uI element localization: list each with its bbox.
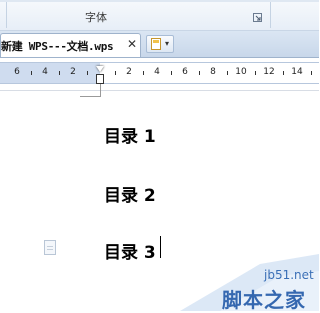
indent-marker[interactable] xyxy=(96,66,105,86)
ruler-area: 6 4 2 2 4 6 8 10 12 14 xyxy=(0,58,319,91)
horizontal-ruler[interactable]: 6 4 2 2 4 6 8 10 12 14 xyxy=(0,62,319,84)
ruler-tick xyxy=(87,71,88,75)
ribbon-divider xyxy=(270,2,271,28)
ruler-tick-label: 8 xyxy=(210,67,216,77)
ruler-tick xyxy=(199,71,200,75)
ruler-tick-label: 2 xyxy=(70,67,76,77)
document-tab-title: 新建 WPS---文档.wps xyxy=(1,40,114,53)
ruler-tick xyxy=(227,71,228,75)
ruler-tick-label: 2 xyxy=(126,67,132,77)
watermark-site: jb51.net xyxy=(264,268,314,282)
ruler-tick-label: 4 xyxy=(154,67,160,77)
ribbon-separator xyxy=(0,0,319,2)
toc-line-1[interactable]: 目录 1 xyxy=(104,122,156,147)
ruler-tick-label: 10 xyxy=(235,67,247,77)
font-group-label: 字体 xyxy=(85,11,107,24)
ruler-tick xyxy=(143,71,144,75)
document-tab-bar: 新建 WPS---文档.wps ✕ ▾ xyxy=(0,31,319,58)
ruler-tick xyxy=(31,71,32,75)
dialog-launcher-icon[interactable] xyxy=(253,13,262,22)
ruler-tick xyxy=(59,71,60,75)
document-tab[interactable]: 新建 WPS---文档.wps ✕ xyxy=(0,33,141,57)
watermark-name: 脚本之家 xyxy=(222,288,306,312)
ruler-tick-label: 14 xyxy=(291,67,303,77)
first-line-indent-marker[interactable] xyxy=(96,66,104,72)
toc-line-3[interactable]: 目录 3 xyxy=(104,238,156,263)
toc-line-2[interactable]: 目录 2 xyxy=(104,181,156,206)
ruler-tick xyxy=(255,71,256,75)
chevron-down-icon[interactable]: ▾ xyxy=(165,39,169,48)
ruler-tick-label: 4 xyxy=(42,67,48,77)
close-icon[interactable]: ✕ xyxy=(127,37,137,51)
ruler-tick-label: 12 xyxy=(263,67,275,77)
new-document-button[interactable]: ▾ xyxy=(146,35,174,53)
paragraph-doc-icon xyxy=(44,240,56,255)
text-cursor xyxy=(160,236,161,258)
ribbon-font-group: 字体 xyxy=(0,0,319,31)
new-document-icon xyxy=(151,38,161,50)
hanging-indent-marker[interactable] xyxy=(96,74,104,84)
ruler-tick-label: 6 xyxy=(14,67,20,77)
page-margin-corner xyxy=(80,84,101,97)
ruler-tick xyxy=(311,71,312,75)
ribbon-divider xyxy=(6,2,7,28)
ruler-tick xyxy=(115,71,116,75)
ruler-tick xyxy=(171,71,172,75)
ruler-tick xyxy=(283,71,284,75)
ruler-tick-label: 6 xyxy=(182,67,188,77)
